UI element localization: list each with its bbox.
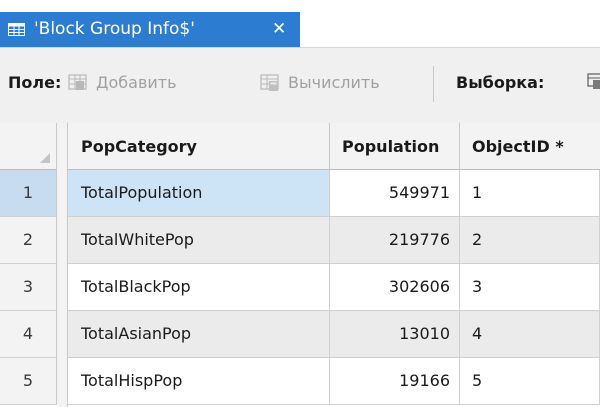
attribute-table: PopCategory Population ObjectID * 1 Tota…	[0, 123, 600, 407]
cell-objectid[interactable]: 4	[460, 311, 600, 358]
selection-icon[interactable]	[587, 71, 600, 93]
calculate-field-button[interactable]: Вычислить	[260, 72, 430, 94]
calculate-field-label: Вычислить	[288, 73, 380, 92]
table-row[interactable]: 1 TotalPopulation 549971 1	[0, 170, 600, 217]
column-header-popcategory[interactable]: PopCategory	[68, 123, 330, 170]
cell-population[interactable]: 549971	[330, 170, 460, 217]
corner-triangle-icon	[40, 153, 50, 163]
cell-objectid[interactable]: 1	[460, 170, 600, 217]
cell-popcategory[interactable]: TotalHispPop	[68, 358, 330, 405]
cell-popcategory[interactable]: TotalWhitePop	[68, 217, 330, 264]
tab-title: 'Block Group Info$'	[34, 19, 195, 39]
cell-population[interactable]: 19166	[330, 358, 460, 405]
table-row[interactable]: 4 TotalAsianPop 13010 4	[0, 311, 600, 358]
selection-label: Выборка:	[456, 73, 545, 92]
tab-bar: 'Block Group Info$' ✕	[0, 0, 600, 47]
cell-population[interactable]: 219776	[330, 217, 460, 264]
field-toolbar: Поле: Добавить Вычислить Выборка:	[0, 47, 600, 123]
cell-population[interactable]: 302606	[330, 264, 460, 311]
row-number[interactable]: 3	[0, 264, 57, 311]
toolbar-separator	[433, 66, 434, 102]
table-corner[interactable]	[0, 123, 57, 170]
cell-objectid[interactable]: 5	[460, 358, 600, 405]
add-field-icon	[68, 74, 87, 90]
cell-population[interactable]: 13010	[330, 311, 460, 358]
table-row[interactable]: 2 TotalWhitePop 219776 2	[0, 217, 600, 264]
cell-popcategory[interactable]: TotalBlackPop	[68, 264, 330, 311]
cell-objectid[interactable]: 2	[460, 217, 600, 264]
column-header-objectid[interactable]: ObjectID *	[460, 123, 600, 170]
field-label: Поле:	[8, 73, 62, 92]
cell-popcategory[interactable]: TotalPopulation	[68, 170, 330, 217]
table-icon	[8, 23, 25, 36]
close-icon[interactable]: ✕	[272, 18, 286, 40]
row-number[interactable]: 2	[0, 217, 57, 264]
add-field-button[interactable]: Добавить	[68, 72, 248, 94]
table-row[interactable]: 3 TotalBlackPop 302606 3	[0, 264, 600, 311]
calculate-field-icon	[260, 74, 279, 91]
row-number[interactable]: 5	[0, 358, 57, 405]
cell-objectid[interactable]: 3	[460, 264, 600, 311]
add-field-label: Добавить	[96, 73, 177, 92]
table-row[interactable]: 5 TotalHispPop 19166 5	[0, 358, 600, 405]
row-number[interactable]: 4	[0, 311, 57, 358]
row-number[interactable]: 1	[0, 170, 57, 217]
tab-block-group-info[interactable]: 'Block Group Info$' ✕	[0, 12, 300, 47]
column-header-population[interactable]: Population	[330, 123, 460, 170]
cell-popcategory[interactable]: TotalAsianPop	[68, 311, 330, 358]
